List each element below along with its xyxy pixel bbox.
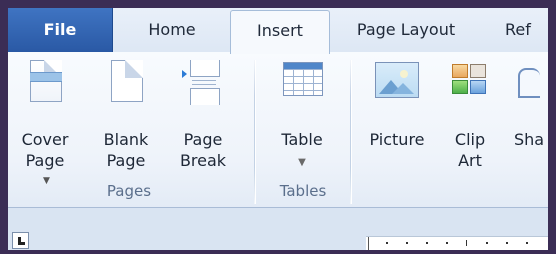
- picture-label: Picture: [369, 130, 425, 149]
- word-window: File Home Insert Page Layout Ref Cover P…: [8, 8, 548, 250]
- table-label: Table: [281, 130, 323, 149]
- tab-page-layout[interactable]: Page Layout: [340, 8, 472, 52]
- tab-references[interactable]: Ref: [482, 8, 548, 52]
- pages-group-label: Pages: [106, 182, 152, 200]
- page-break-button[interactable]: Page Break: [174, 58, 232, 171]
- document-area: [8, 208, 548, 250]
- clip-art-label-2: Art: [458, 151, 482, 170]
- cover-page-label-2: Page: [25, 151, 65, 170]
- page-break-icon: [182, 58, 224, 110]
- blank-page-button[interactable]: Blank Page: [98, 58, 154, 171]
- shapes-icon: [512, 58, 548, 110]
- clip-art-icon: [452, 58, 488, 110]
- cover-page-label-1: Cover: [21, 130, 69, 149]
- blank-page-label-1: Blank: [103, 130, 149, 149]
- page-break-label-1: Page: [183, 130, 223, 149]
- insert-ribbon: Cover Page ▼ Blank Page Page Break Pages…: [8, 52, 548, 208]
- tab-selector-button[interactable]: [12, 232, 29, 249]
- cover-page-icon: [24, 58, 66, 110]
- table-icon: [281, 58, 323, 110]
- clip-art-label-1: Clip: [454, 130, 486, 149]
- tab-insert[interactable]: Insert: [230, 10, 330, 54]
- table-dropdown-icon: ▼: [298, 157, 306, 168]
- page-break-label-2: Break: [179, 151, 227, 170]
- horizontal-ruler[interactable]: [366, 236, 548, 250]
- ribbon-tab-strip: File Home Insert Page Layout Ref: [8, 8, 548, 54]
- table-button[interactable]: Table ▼: [268, 58, 336, 173]
- tab-file[interactable]: File: [8, 8, 113, 52]
- blank-page-icon: [105, 58, 147, 110]
- picture-button[interactable]: Picture: [360, 58, 434, 150]
- cover-page-dropdown-icon: ▼: [43, 176, 50, 186]
- cover-page-button[interactable]: Cover Page ▼: [14, 58, 76, 192]
- shapes-button[interactable]: Sha: [512, 58, 548, 150]
- tab-home[interactable]: Home: [112, 8, 232, 52]
- group-separator: [254, 60, 255, 204]
- clip-art-button[interactable]: Clip Art: [442, 58, 498, 171]
- blank-page-label-2: Page: [106, 151, 146, 170]
- group-separator: [350, 60, 351, 204]
- tables-group-label: Tables: [279, 182, 327, 200]
- picture-icon: [375, 58, 419, 110]
- shapes-label: Sha: [514, 130, 545, 149]
